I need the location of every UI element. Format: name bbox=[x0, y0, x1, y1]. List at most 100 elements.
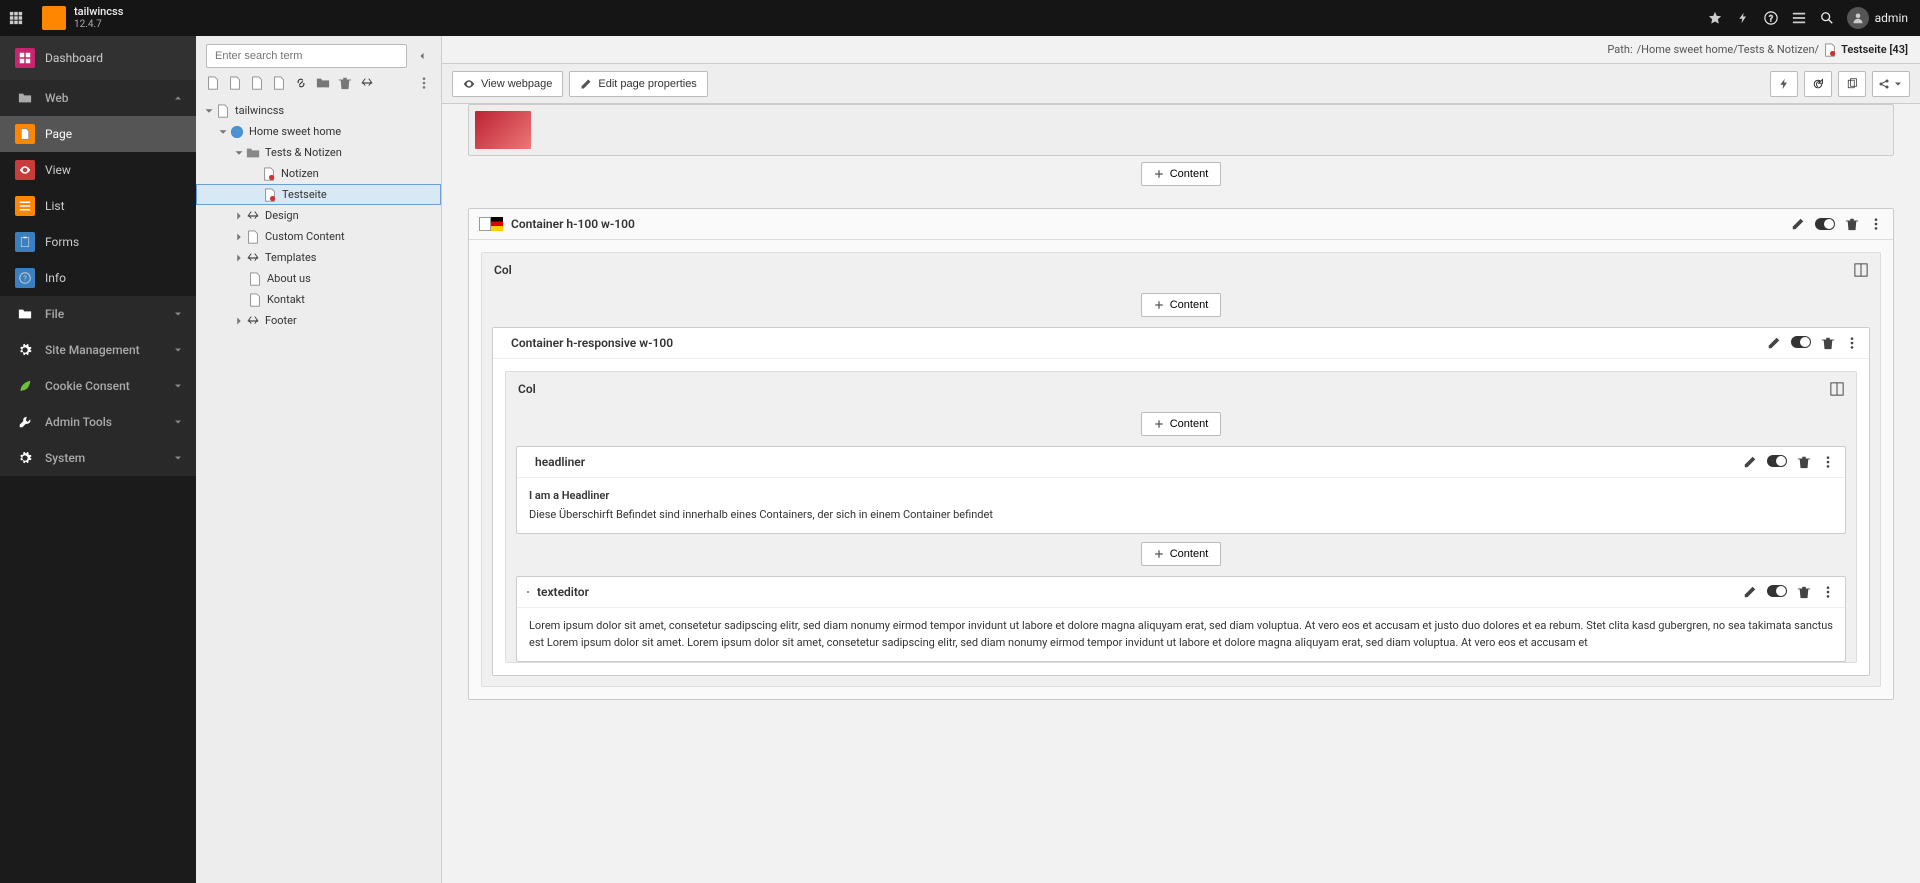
edit-icon[interactable] bbox=[1791, 217, 1805, 231]
col-edit-icon[interactable] bbox=[1830, 382, 1844, 396]
tree-node-kontakt[interactable]: Kontakt bbox=[196, 289, 441, 310]
edit-icon[interactable] bbox=[1743, 455, 1757, 469]
sidebar-section-web[interactable]: Web bbox=[0, 80, 196, 116]
tree-node-about[interactable]: About us bbox=[196, 268, 441, 289]
ce-title[interactable]: headliner bbox=[535, 455, 1735, 469]
edit-icon[interactable] bbox=[1743, 585, 1757, 599]
toggle-visibility[interactable] bbox=[1767, 455, 1787, 467]
sidebar-section-file[interactable]: File bbox=[0, 296, 196, 332]
tree-more-icon[interactable] bbox=[417, 76, 431, 90]
sidebar-item-view[interactable]: View bbox=[0, 152, 196, 188]
cache-icon[interactable] bbox=[1729, 0, 1757, 36]
headline-text: I am a Headliner bbox=[529, 488, 1833, 505]
system-icon bbox=[15, 448, 35, 468]
tree-search-input[interactable] bbox=[206, 44, 407, 68]
trash-icon[interactable] bbox=[338, 76, 352, 90]
separator-icon[interactable] bbox=[360, 76, 374, 90]
view-webpage-button[interactable]: View webpage bbox=[452, 71, 563, 97]
new-page-icon[interactable] bbox=[206, 76, 220, 90]
folder-icon[interactable] bbox=[316, 76, 330, 90]
add-content-button[interactable]: Content bbox=[1141, 542, 1222, 566]
forms-icon bbox=[15, 232, 35, 252]
tree-node-footer[interactable]: Footer bbox=[196, 310, 441, 331]
page-tree-panel: tailwincss Home sweet home Tests & Notiz… bbox=[196, 36, 442, 883]
edit-icon[interactable] bbox=[1767, 336, 1781, 350]
ce-title[interactable]: texteditor bbox=[537, 585, 1735, 599]
ce-title[interactable]: Container h-100 w-100 bbox=[511, 217, 1783, 231]
cookie-icon bbox=[15, 376, 35, 396]
copy-icon[interactable] bbox=[1838, 71, 1866, 97]
sidebar-item-forms[interactable]: Forms bbox=[0, 224, 196, 260]
link-icon[interactable] bbox=[294, 76, 308, 90]
ce-container-h100: Container h-100 w-100 Col Content bbox=[468, 208, 1894, 700]
tree-node-testseite[interactable]: Testseite bbox=[196, 184, 441, 205]
col-edit-icon[interactable] bbox=[1854, 263, 1868, 277]
new-page-after-icon[interactable] bbox=[250, 76, 264, 90]
ce-container-responsive: Container h-responsive w-100 bbox=[492, 327, 1870, 676]
text-icon bbox=[527, 591, 529, 593]
sidebar-section-cookie[interactable]: Cookie Consent bbox=[0, 368, 196, 404]
page-title[interactable]: Testseite [43] bbox=[1841, 43, 1908, 56]
content-area: Content Container h-100 w-100 Col bbox=[442, 104, 1920, 883]
apps-icon[interactable] bbox=[0, 0, 32, 36]
sidebar-label: Dashboard bbox=[45, 51, 184, 65]
toggle-visibility[interactable] bbox=[1767, 585, 1787, 597]
cache-clear-icon[interactable] bbox=[1770, 71, 1798, 97]
more-icon[interactable] bbox=[1869, 217, 1883, 231]
sidebar-item-list[interactable]: List bbox=[0, 188, 196, 224]
sidebar-section-site[interactable]: Site Management bbox=[0, 332, 196, 368]
more-icon[interactable] bbox=[1821, 585, 1835, 599]
sidebar-section-admin[interactable]: Admin Tools bbox=[0, 404, 196, 440]
toggle-visibility[interactable] bbox=[1815, 218, 1835, 230]
tree-node-home[interactable]: Home sweet home bbox=[196, 121, 441, 142]
page-icon bbox=[15, 124, 35, 144]
tree-collapse-icon[interactable] bbox=[413, 47, 431, 65]
toggle-visibility[interactable] bbox=[1791, 336, 1811, 348]
tree-node-design[interactable]: Design bbox=[196, 205, 441, 226]
sidebar-item-page[interactable]: Page bbox=[0, 116, 196, 152]
add-content-button[interactable]: Content bbox=[1141, 162, 1222, 186]
path-crumbs[interactable]: /Home sweet home/Tests & Notizen/ bbox=[1637, 43, 1819, 56]
info-icon bbox=[15, 268, 35, 288]
more-icon[interactable] bbox=[1821, 455, 1835, 469]
search-icon[interactable] bbox=[1813, 0, 1841, 36]
delete-icon[interactable] bbox=[1797, 585, 1811, 599]
container-icon bbox=[479, 217, 503, 231]
text-body: Lorem ipsum dolor sit amet, consetetur s… bbox=[529, 618, 1833, 651]
mount-icon[interactable] bbox=[272, 76, 286, 90]
share-button[interactable] bbox=[1872, 71, 1910, 97]
help-icon[interactable] bbox=[1757, 0, 1785, 36]
user-menu[interactable]: admin bbox=[1841, 7, 1920, 29]
ce-texteditor: texteditor bbox=[516, 576, 1846, 662]
tree-node-custom[interactable]: Custom Content bbox=[196, 226, 441, 247]
edit-page-button[interactable]: Edit page properties bbox=[569, 71, 707, 97]
delete-icon[interactable] bbox=[1845, 217, 1859, 231]
new-page-in-icon[interactable] bbox=[228, 76, 242, 90]
headline-sub: Diese Überschirft Befindet sind innerhal… bbox=[529, 507, 1833, 524]
tree-toolbar bbox=[196, 72, 441, 96]
version: 12.4.7 bbox=[74, 19, 123, 30]
sidebar-item-dashboard[interactable]: Dashboard bbox=[0, 36, 196, 80]
delete-icon[interactable] bbox=[1797, 455, 1811, 469]
brand[interactable]: tailwincss 12.4.7 bbox=[32, 6, 133, 30]
tree-node-root[interactable]: tailwincss bbox=[196, 100, 441, 121]
list-icon[interactable] bbox=[1785, 0, 1813, 36]
tree-node-notizen[interactable]: Notizen bbox=[196, 163, 441, 184]
web-icon bbox=[15, 88, 35, 108]
image-element[interactable] bbox=[468, 104, 1894, 156]
more-icon[interactable] bbox=[1845, 336, 1859, 350]
refresh-icon[interactable] bbox=[1804, 71, 1832, 97]
sidebar-item-info[interactable]: Info bbox=[0, 260, 196, 296]
admin-icon bbox=[15, 412, 35, 432]
sidebar-section-system[interactable]: System bbox=[0, 440, 196, 476]
view-icon bbox=[15, 160, 35, 180]
ce-title[interactable]: Container h-responsive w-100 bbox=[511, 336, 1759, 350]
add-content-button[interactable]: Content bbox=[1141, 293, 1222, 317]
bookmark-icon[interactable] bbox=[1701, 0, 1729, 36]
add-content-button[interactable]: Content bbox=[1141, 412, 1222, 436]
page-tree: tailwincss Home sweet home Tests & Notiz… bbox=[196, 96, 441, 883]
tree-node-templates[interactable]: Templates bbox=[196, 247, 441, 268]
site-icon bbox=[15, 340, 35, 360]
delete-icon[interactable] bbox=[1821, 336, 1835, 350]
tree-node-tests[interactable]: Tests & Notizen bbox=[196, 142, 441, 163]
